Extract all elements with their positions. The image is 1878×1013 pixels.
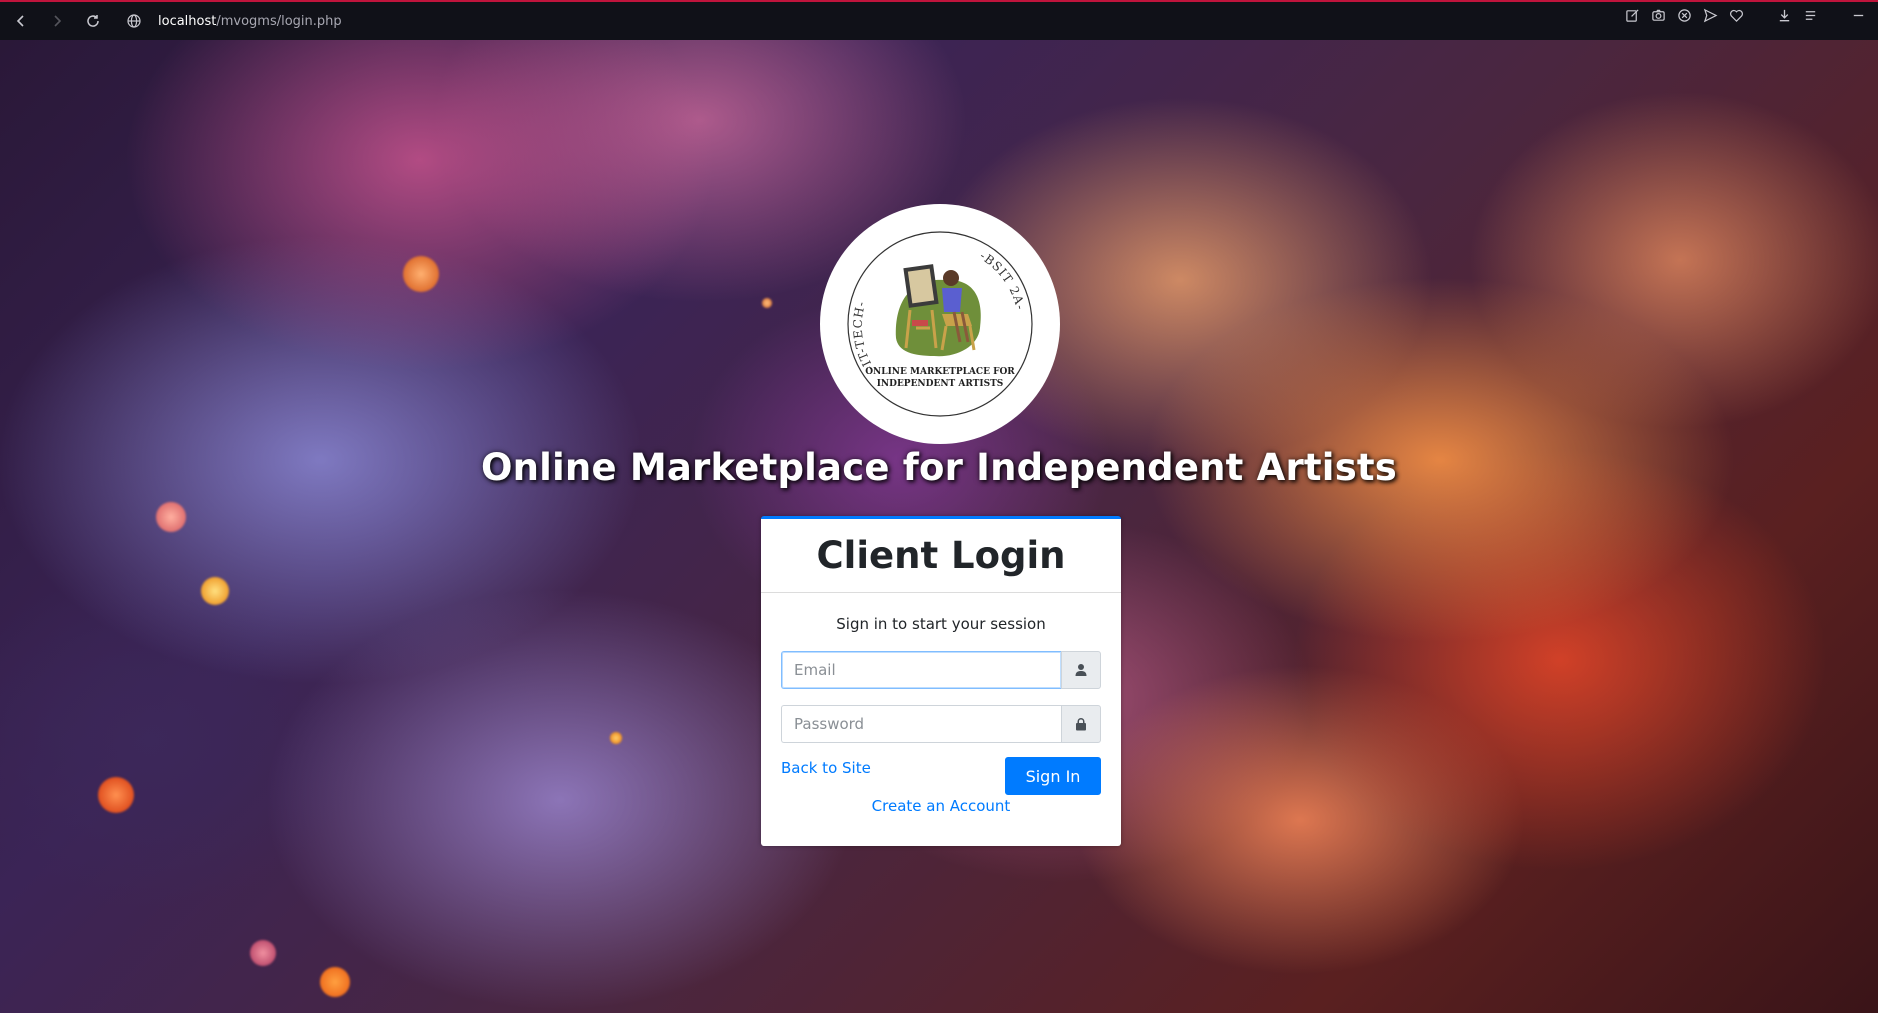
forward-arrow-icon[interactable] [42,6,72,36]
login-message: Sign in to start your session [836,615,1046,633]
user-icon [1061,651,1101,689]
bokeh-light [156,502,186,532]
camera-icon[interactable] [1650,7,1666,23]
site-logo: -IT-TECH- -BSIT 2A- ONLINE MARKETPLACE F… [820,204,1060,444]
login-title: Client Login [816,534,1066,577]
site-title: Online Marketplace for Independent Artis… [480,446,1398,489]
send-icon[interactable] [1702,7,1718,23]
logo-text-line2: INDEPENDENT ARTISTS [877,379,1004,389]
lock-icon [1061,705,1101,743]
browser-toolbar-right [1624,7,1866,23]
email-input-group [781,651,1101,689]
back-to-site-link[interactable]: Back to Site [781,759,871,777]
password-input-group [781,705,1101,743]
address-bar[interactable]: localhost/mvogms/login.php [126,7,342,35]
bokeh-light [98,777,134,813]
reload-icon[interactable] [78,6,108,36]
logo-ring-left: -IT-TECH- [851,299,876,374]
bokeh-light [320,967,350,997]
login-card: Client Login Sign in to start your sessi… [761,516,1121,846]
window-minimize-icon[interactable] [1850,7,1866,23]
download-icon[interactable] [1776,7,1792,23]
bokeh-light [403,256,439,292]
globe-icon [126,13,142,29]
login-page-background: -IT-TECH- -BSIT 2A- ONLINE MARKETPLACE F… [0,40,1878,1013]
bokeh-light [201,577,229,605]
browser-toolbar: localhost/mvogms/login.php [0,0,1878,40]
login-actions: Back to Site Sign In Create an Account [781,757,1101,819]
password-field[interactable] [781,705,1061,743]
block-icon[interactable] [1676,7,1692,23]
edit-icon[interactable] [1624,7,1640,23]
bokeh-light [250,940,276,966]
login-card-body: Sign in to start your session Back to Si… [761,615,1121,819]
back-arrow-icon[interactable] [6,6,36,36]
url-host: localhost [158,13,217,29]
email-field[interactable] [781,651,1061,689]
url-path: /mvogms/login.php [216,13,342,29]
sign-in-button[interactable]: Sign In [1005,757,1101,795]
menu-icon[interactable] [1802,7,1818,23]
bokeh-light [610,732,622,744]
create-account-link[interactable]: Create an Account [781,797,1101,815]
bokeh-light [762,298,772,308]
logo-text-line1: ONLINE MARKETPLACE FOR [865,367,1015,377]
login-card-header: Client Login [761,519,1121,593]
heart-icon[interactable] [1728,7,1744,23]
svg-text:-IT-TECH-: -IT-TECH- [851,299,877,374]
